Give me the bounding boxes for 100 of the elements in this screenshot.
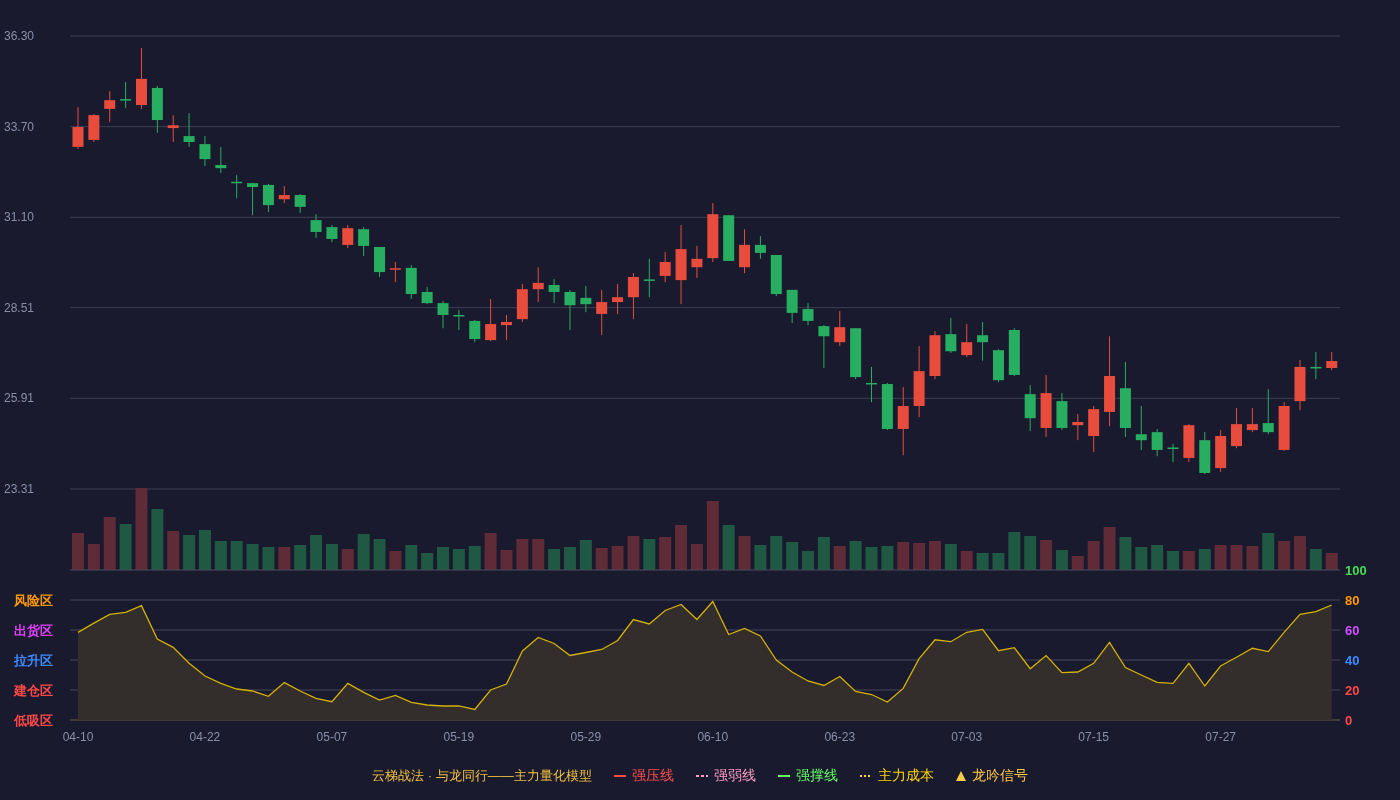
volume-bar	[1214, 545, 1227, 570]
legend-label: 强压线	[631, 767, 674, 785]
candlestick	[1246, 407, 1258, 433]
candlestick	[1199, 431, 1211, 475]
candlestick	[1167, 443, 1179, 463]
candlestick	[485, 298, 497, 342]
candlestick	[278, 185, 290, 204]
candlestick	[564, 289, 576, 331]
candlestick	[294, 193, 306, 214]
price-label: 23.31	[4, 482, 35, 496]
volume-bar	[437, 547, 449, 570]
candlestick	[786, 289, 798, 324]
candlestick	[770, 254, 782, 297]
volume-bar	[817, 537, 830, 570]
volume-bar	[1278, 541, 1291, 570]
candlestick	[532, 266, 544, 303]
volume-bar	[119, 524, 132, 570]
volume-bar	[786, 542, 799, 570]
volume-bar	[87, 544, 100, 570]
candlestick	[342, 224, 354, 249]
candlestick	[659, 251, 671, 283]
volume-bar	[532, 539, 545, 570]
candlestick	[612, 283, 624, 315]
candlestick	[723, 214, 735, 262]
candlestick	[1262, 388, 1274, 435]
candlestick	[389, 261, 401, 283]
candlestick	[516, 283, 528, 323]
candlestick	[961, 323, 973, 358]
volume-bar	[357, 534, 370, 570]
candlestick	[1008, 327, 1020, 377]
volume-bar	[913, 543, 926, 570]
candlestick	[136, 47, 147, 110]
axis-label: 40	[1345, 653, 1360, 668]
price-label: 36.30	[4, 29, 35, 43]
volume-bar	[881, 546, 894, 570]
price-label: 25.91	[4, 391, 35, 406]
volume-bar	[1198, 549, 1211, 570]
candlestick	[1135, 405, 1147, 451]
candlestick	[945, 317, 957, 354]
volume-bar	[325, 544, 338, 570]
volume-bar	[1008, 532, 1021, 570]
candlestick	[1310, 351, 1322, 380]
candlestick	[310, 213, 322, 239]
volume-bar	[1040, 540, 1053, 570]
date-label: 04-10	[62, 730, 94, 744]
volume-bar	[1087, 541, 1100, 570]
volume-bar	[627, 536, 640, 570]
volume-bar	[659, 537, 672, 570]
candlestick	[405, 264, 417, 300]
candlestick	[437, 300, 449, 329]
volume-bar	[1103, 527, 1116, 570]
volume-bar	[278, 547, 291, 570]
volume-bar	[611, 546, 624, 570]
volume-bar	[1135, 547, 1148, 570]
candlestick	[1056, 392, 1068, 431]
candlestick	[72, 106, 84, 150]
volume-bar	[770, 536, 783, 570]
candlestick	[1326, 351, 1338, 371]
volume-bar	[1024, 536, 1037, 570]
candlestick	[754, 235, 766, 260]
volume-bar	[452, 549, 465, 570]
candlestick	[1294, 359, 1306, 411]
volume-bar	[1294, 536, 1306, 570]
candlestick	[834, 310, 846, 347]
zone-label: 低吸区	[14, 713, 53, 728]
volume-bar	[405, 545, 418, 570]
volume-bar	[262, 547, 275, 570]
volume-bar	[849, 541, 862, 570]
candlestick	[88, 113, 100, 143]
candlestick	[707, 202, 719, 263]
volume-bar	[484, 533, 497, 570]
candlestick	[897, 386, 909, 456]
volume-bar	[516, 539, 529, 570]
volume-bar	[1246, 546, 1259, 570]
volume-bar	[1151, 545, 1164, 570]
legend-title: 云梯战法 · 与龙同行——主力量化模型	[372, 767, 592, 785]
volume-bar	[865, 547, 878, 570]
candlestick	[1072, 413, 1084, 441]
candlestick	[881, 382, 893, 431]
volume-bar	[1309, 549, 1322, 570]
price-label: 33.70	[4, 119, 35, 134]
volume-bar	[468, 546, 481, 570]
legend-label: 主力成本	[877, 767, 934, 785]
volume-bar	[167, 531, 180, 570]
candlestick	[992, 348, 1004, 383]
volume-bar	[183, 535, 196, 570]
candlestick	[183, 112, 195, 148]
volume-bar	[72, 533, 84, 570]
volume-bar	[103, 517, 116, 570]
volume-bar	[1071, 556, 1084, 570]
candlestick	[739, 228, 751, 274]
candlestick	[1088, 405, 1100, 453]
legend-label: 强弱线	[713, 767, 756, 785]
volume-bar	[1119, 537, 1132, 570]
volume-bar	[1230, 545, 1243, 570]
volume-bar	[833, 546, 846, 570]
candlestick	[1040, 374, 1052, 438]
volume-bar	[738, 536, 751, 570]
volume-bar	[754, 545, 767, 570]
axis-label: 100	[1345, 563, 1367, 578]
